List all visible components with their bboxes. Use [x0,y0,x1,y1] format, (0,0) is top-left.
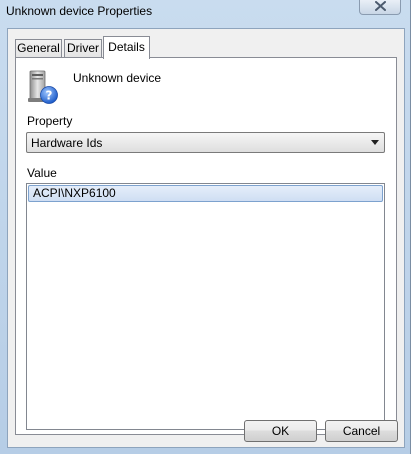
tab-driver[interactable]: Driver [64,39,102,58]
cancel-button[interactable]: Cancel [325,420,398,442]
tab-general[interactable]: General [15,39,62,58]
dialog-client-area: General Driver Details ? Unknown device … [7,28,405,448]
chevron-down-icon [371,140,379,145]
list-item[interactable]: ACPI\NXP6100 [28,185,383,202]
unknown-device-icon: ? [28,70,58,104]
details-panel: ? Unknown device Property Hardware Ids V… [15,57,397,435]
device-name: Unknown device [73,71,162,85]
tab-details[interactable]: Details [103,36,150,59]
properties-window: Unknown device Properties General Driver… [0,0,411,454]
window-title: Unknown device Properties [6,4,153,18]
property-dropdown[interactable]: Hardware Ids [26,132,385,153]
svg-text:?: ? [46,89,53,103]
value-listbox[interactable]: ACPI\NXP6100 [26,183,385,430]
property-selected-value: Hardware Ids [31,136,103,150]
title-bar[interactable]: Unknown device Properties [0,0,411,28]
ok-button[interactable]: OK [244,420,317,442]
close-button[interactable] [359,0,401,15]
property-label: Property [27,114,73,128]
value-label: Value [27,166,57,180]
close-icon [375,1,386,11]
